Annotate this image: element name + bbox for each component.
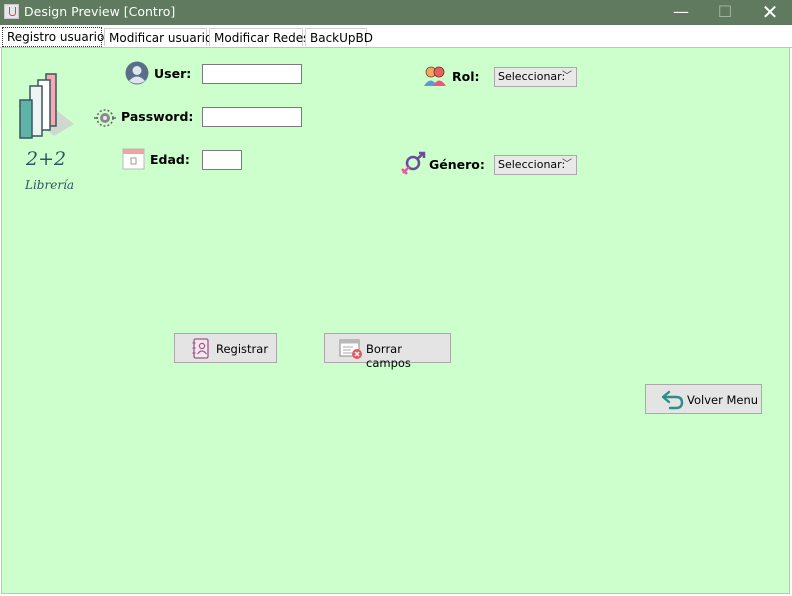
java-app-icon <box>4 4 19 19</box>
genero-select-value: Seleccionar: <box>498 158 566 171</box>
password-key-icon <box>94 109 116 127</box>
clear-form-icon <box>339 339 362 359</box>
minimize-button[interactable]: — <box>658 0 704 25</box>
books-logo-icon <box>18 73 74 139</box>
tab-modificar-redes[interactable]: Modificar Redes <box>209 28 309 46</box>
registrar-button[interactable]: Registrar <box>174 333 277 363</box>
rol-label: Rol: <box>452 69 480 84</box>
tab-modificar-usuarios[interactable]: Modificar usuarios <box>104 28 219 46</box>
volver-menu-button[interactable]: Volver Menu <box>645 384 762 414</box>
registrar-label: Registrar <box>216 342 269 356</box>
borrar-campos-button[interactable]: Borrar campos <box>324 333 451 370</box>
gender-symbol-icon <box>401 151 426 175</box>
tab-strip: Registro usuarios Modificar usuarios Mod… <box>0 25 792 48</box>
chevron-down-icon: ﹀ <box>562 71 572 82</box>
edad-label: Edad: <box>150 152 190 167</box>
volver-menu-label: Volver Menu <box>687 393 759 407</box>
calendar-icon <box>122 148 145 170</box>
logo-text-2plus2: 2+2 <box>26 148 67 170</box>
chevron-down-icon: ﹀ <box>562 159 572 170</box>
genero-label: Género: <box>429 157 485 172</box>
rol-people-icon <box>424 66 446 86</box>
user-input[interactable] <box>202 64 302 84</box>
back-arrow-icon <box>661 390 684 410</box>
window-title: Design Preview [Contro] <box>24 4 176 19</box>
tab-backupbd[interactable]: BackUpBD <box>305 28 373 46</box>
logo-text-libreria: Librería <box>25 178 75 192</box>
contact-book-icon <box>192 338 209 359</box>
close-button[interactable]: ✕ <box>747 0 792 25</box>
password-input[interactable] <box>202 107 302 127</box>
password-label: Password: <box>121 109 194 124</box>
registro-panel: 2+2 Librería User: Password: Edad: Rol: … <box>1 47 790 594</box>
user-avatar-icon <box>125 61 149 85</box>
rol-select-value: Seleccionar: <box>498 70 566 83</box>
window-titlebar: Design Preview [Contro] — ☐ ✕ <box>0 0 792 25</box>
maximize-button[interactable]: ☐ <box>702 0 748 25</box>
genero-select[interactable]: Seleccionar: ﹀ <box>494 155 577 175</box>
user-label: User: <box>154 66 192 81</box>
borrar-campos-label: Borrar campos <box>366 342 411 370</box>
tab-registro-usuarios[interactable]: Registro usuarios <box>2 27 111 47</box>
edad-input[interactable] <box>202 150 242 170</box>
rol-select[interactable]: Seleccionar: ﹀ <box>494 67 577 87</box>
